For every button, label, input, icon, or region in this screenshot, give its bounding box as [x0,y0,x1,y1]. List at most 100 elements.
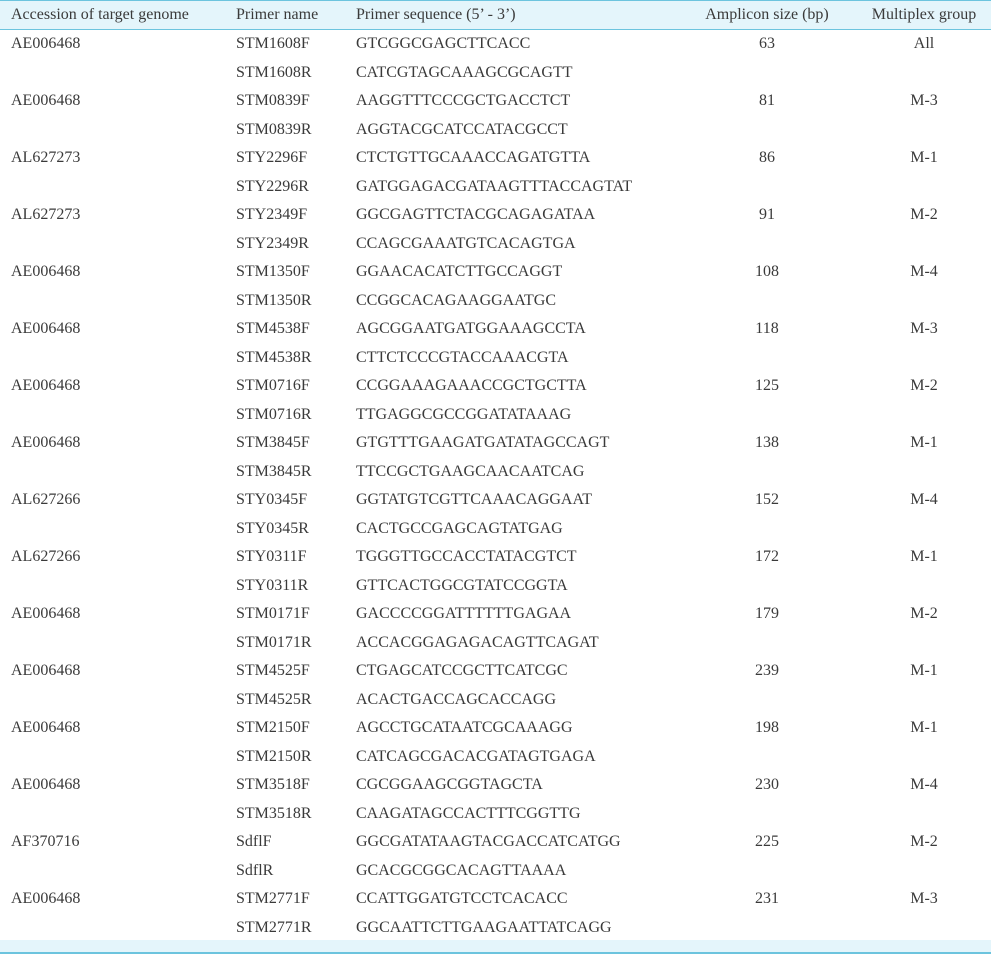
cell-primer-name: STM0171F [236,605,310,623]
table-row: AL627273 STY2349F GGCGAGTTCTACGCAGAGATAA 91… [0,201,991,230]
cell-amplicon-size: 152 [755,491,779,509]
cell-multiplex-group [858,629,990,658]
table-row: STM2150R CATCAGCGACACGATAGTGAGA [0,743,991,772]
cell-accession: AE006468 [11,662,81,680]
table-row: STM2771R GGCAATTCTTGAAGAATTATCAGG [0,914,991,943]
table-row: STY0345R CACTGCCGAGCAGTATGAG [0,515,991,544]
cell-accession: AL627273 [11,206,81,224]
cell-accession: AF370716 [11,833,80,851]
cell-primer-sequence: GTTCACTGGCGTATCCGGTA [356,576,568,594]
cell-primer-name: STM0171R [236,633,312,651]
cell-primer-name: STM0839R [236,120,312,138]
cell-multiplex-group: All [913,35,935,53]
cell-primer-name: STM0716F [236,377,310,395]
cell-accession: AE006468 [11,434,81,452]
cell-accession: AE006468 [11,776,81,794]
cell-amplicon-size: 179 [755,605,779,623]
table-row: AE006468 STM3518F CGCGGAAGCGGTAGCTA 230 M-4 [0,771,991,800]
cell-multiplex-group: M-1 [910,434,938,452]
cell-primer-sequence: GATGGAGACGATAAGTTTACCAGTAT [356,177,633,195]
header-primer-sequence: Primer sequence (5’ - 3’) [356,6,516,23]
cell-multiplex-group: M-4 [910,776,938,794]
table-footer [0,940,991,954]
cell-primer-sequence: CGCGGAAGCGGTAGCTA [356,776,543,794]
cell-multiplex-group: M-3 [910,890,938,908]
cell-multiplex-group [858,230,990,259]
cell-amplicon-size [685,743,849,772]
cell-primer-name: STM0839F [236,92,310,110]
cell-amplicon-size: 125 [755,377,779,395]
cell-multiplex-group: M-1 [910,548,938,566]
cell-accession: AE006468 [11,605,81,623]
table-row: AE006468 STM1350F GGAACACATCTTGCCAGGT 108 M-… [0,258,991,287]
table-row: STM3518R CAAGATAGCCACTTTCGGTTG [0,800,991,829]
cell-multiplex-group: M-3 [910,92,938,110]
table-row: AF370716 SdflF GGCGATATAAGTACGACCATCATGG 22… [0,828,991,857]
cell-multiplex-group: M-2 [910,833,938,851]
header-primer-name: Primer name [236,6,319,23]
cell-multiplex-group: M-4 [910,491,938,509]
cell-primer-sequence: ACACTGACCAGCACCAGG [356,690,557,708]
cell-amplicon-size [685,59,849,88]
cell-primer-name: STY2296R [236,177,309,195]
cell-multiplex-group [858,686,990,715]
cell-amplicon-size [685,515,849,544]
cell-primer-name: STM2150R [236,747,312,765]
cell-primer-name: STM3845R [236,462,312,480]
table-row: AE006468 STM2150F AGCCTGCATAATCGCAAAGG 198 M… [0,714,991,743]
cell-multiplex-group: M-2 [910,605,938,623]
cell-amplicon-size [685,401,849,430]
cell-multiplex-group [858,800,990,829]
cell-amplicon-size: 91 [759,206,775,224]
cell-primer-sequence: GGTATGTCGTTCAAACAGGAAT [356,491,593,509]
cell-primer-name: STM1350F [236,263,310,281]
table-row: STM4538R CTTCTCCCGTACCAAACGTA [0,344,991,373]
cell-multiplex-group [858,401,990,430]
cell-multiplex-group [858,857,990,886]
cell-primer-sequence: CCGGAAAGAAACCGCTGCTTA [356,377,587,395]
cell-primer-sequence: GGCGATATAAGTACGACCATCATGG [356,833,621,851]
cell-primer-name: STM1608F [236,35,310,53]
cell-multiplex-group [858,116,990,145]
cell-amplicon-size: 230 [755,776,779,794]
cell-primer-name: STY2349F [236,206,308,224]
cell-accession: AL627273 [11,149,81,167]
table-header: Accession of target genome Primer name P… [0,0,991,30]
cell-primer-sequence: CTTCTCCCGTACCAAACGTA [356,348,569,366]
cell-multiplex-group: M-2 [910,206,938,224]
table-row: STY2349R CCAGCGAAATGTCACAGTGA [0,230,991,259]
cell-amplicon-size [685,458,849,487]
cell-primer-sequence: CCATTGGATGTCCTCACACC [356,890,568,908]
cell-amplicon-size [685,230,849,259]
table-row: STM0716R TTGAGGCGCCGGATATAAAG [0,401,991,430]
table-row: AE006468 STM2771F CCATTGGATGTCCTCACACC 231 M… [0,885,991,914]
cell-primer-sequence: ACCACGGAGAGACAGTTCAGAT [356,633,599,651]
cell-accession: AE006468 [11,92,81,110]
cell-primer-name: SdflF [236,833,272,851]
cell-multiplex-group [858,287,990,316]
header-multiplex-group: Multiplex group [871,6,977,23]
cell-multiplex-group: M-4 [910,263,938,281]
cell-multiplex-group: M-1 [910,719,938,737]
cell-accession: AL627266 [11,491,81,509]
cell-primer-name: STY2349R [236,234,309,252]
table-body: AE006468 STM1608F GTCGGCGAGCTTCACC 63 All STM… [0,30,991,942]
cell-primer-name: STM3845F [236,434,310,452]
header-accession: Accession of target genome [11,6,189,23]
cell-primer-name: STM2150F [236,719,310,737]
table-row: SdflR GCACGCGGCACAGTTAAAA [0,857,991,886]
table-row: AE006468 STM4538F AGCGGAATGATGGAAAGCCTA 118… [0,315,991,344]
cell-amplicon-size: 198 [755,719,779,737]
cell-primer-sequence: GACCCCGGATTTTTTGAGAA [356,605,572,623]
cell-primer-sequence: AGGTACGCATCCATACGCCT [356,120,568,138]
cell-primer-sequence: GGCAATTCTTGAAGAATTATCAGG [356,918,612,936]
cell-primer-sequence: AGCGGAATGATGGAAAGCCTA [356,320,586,338]
cell-amplicon-size: 138 [755,434,779,452]
cell-amplicon-size: 172 [755,548,779,566]
cell-amplicon-size [685,629,849,658]
cell-primer-sequence: CCGGCACAGAAGGAATGC [356,291,557,309]
cell-primer-sequence: GTGTTTGAAGATGATATAGCCAGT [356,434,610,452]
cell-accession: AE006468 [11,890,81,908]
cell-primer-name: STY0311F [236,548,307,566]
table-row: STM0171R ACCACGGAGAGACAGTTCAGAT [0,629,991,658]
